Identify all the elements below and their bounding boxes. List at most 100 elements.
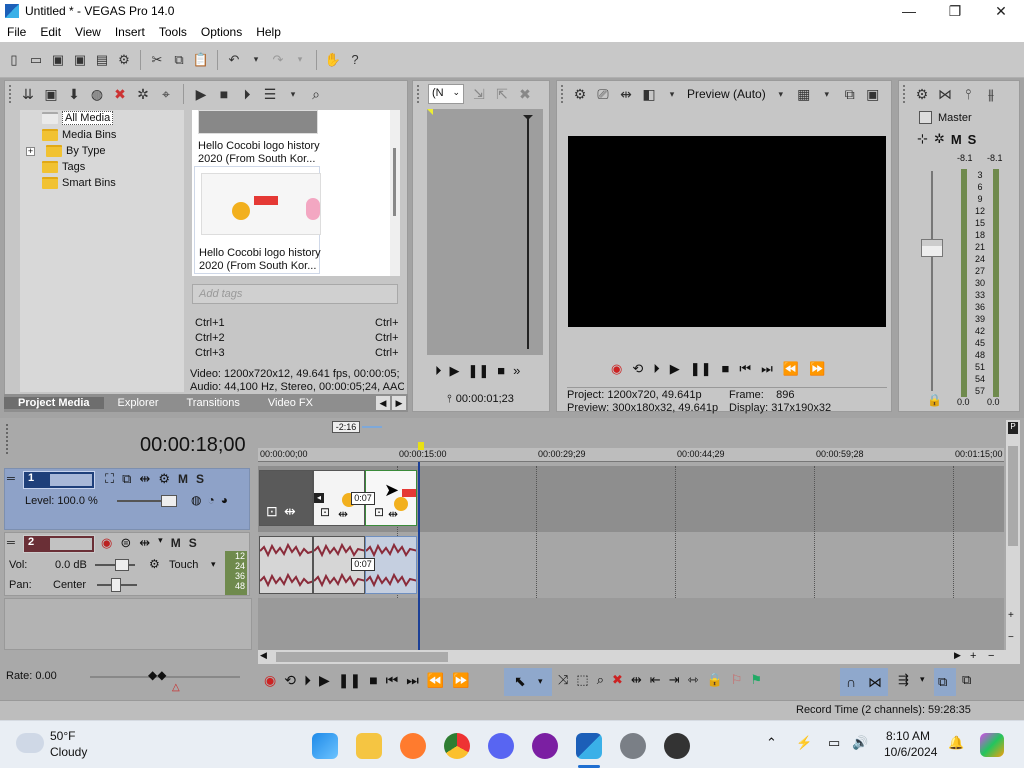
weather-temp[interactable]: 50°F	[50, 729, 75, 743]
track-number-box[interactable]: 2	[23, 535, 95, 553]
preview-video[interactable]	[568, 136, 886, 327]
file-explorer-icon[interactable]	[356, 733, 382, 759]
network-icon[interactable]: ⚡	[796, 735, 812, 751]
stop-icon[interactable]: ■	[216, 86, 232, 102]
dim-output-icon[interactable]: ⫯	[960, 86, 976, 102]
media-generators-icon[interactable]: ⌖	[158, 86, 174, 102]
panel-grip[interactable]	[6, 424, 8, 454]
normal-edit-tool[interactable]: ⬉ ▾	[504, 668, 552, 696]
compositing-icon[interactable]: ◕	[221, 493, 228, 507]
record-icon[interactable]: ◉	[264, 672, 276, 689]
invert-phase-icon[interactable]: ⊜	[120, 535, 131, 551]
media-fx-icon[interactable]: ✲	[135, 86, 151, 102]
views-dropdown-icon[interactable]: ▾	[285, 86, 301, 102]
mute-button[interactable]: M	[951, 132, 962, 147]
tree-item-media-bins[interactable]: Media Bins	[42, 127, 116, 143]
chevron-down-icon[interactable]: ▾	[920, 674, 925, 685]
remove-media-icon[interactable]: ✖	[112, 86, 128, 102]
media-scrollbar[interactable]	[390, 110, 400, 276]
mute-button[interactable]: M	[178, 471, 188, 487]
menu-edit[interactable]: Edit	[33, 25, 68, 39]
stop-icon[interactable]: ■	[497, 363, 505, 379]
capture-video-icon[interactable]: ▣	[43, 86, 59, 102]
paste-icon[interactable]: 📋	[193, 52, 209, 68]
stop-icon[interactable]: ■	[369, 672, 377, 689]
menu-insert[interactable]: Insert	[108, 25, 152, 39]
p-button[interactable]: P	[1008, 422, 1018, 434]
show-hidden-icons-icon[interactable]: ⌃	[766, 735, 777, 751]
media-player-icon[interactable]	[664, 733, 690, 759]
tree-item-all-media[interactable]: All Media	[42, 110, 114, 126]
preview-properties-icon[interactable]: ⚙	[572, 86, 588, 102]
crop-icon[interactable]: ⊡	[266, 503, 278, 520]
marker-icon[interactable]: ⚐	[731, 672, 743, 688]
track-fx-icon[interactable]: ⇹	[139, 535, 150, 551]
previous-frame-icon[interactable]: ⏪	[783, 361, 799, 377]
display-icon[interactable]: ▭	[828, 735, 840, 751]
track-fx-icon[interactable]: ⧉	[122, 471, 131, 487]
fx-icon[interactable]: ✲	[934, 131, 945, 147]
minimize-button[interactable]: —	[886, 0, 932, 22]
go-to-start-icon[interactable]: ⏮	[739, 361, 751, 377]
scroll-thumb[interactable]	[1008, 446, 1018, 546]
ripple-edit-icon[interactable]: ⇶	[898, 672, 909, 688]
rate-slider[interactable]: ◆◆	[148, 668, 166, 682]
save-as-icon[interactable]: ▣	[72, 52, 88, 68]
volume-slider[interactable]	[115, 559, 129, 571]
next-frame-icon[interactable]: ⏩	[809, 361, 825, 377]
notifications-icon[interactable]: 🔔	[948, 735, 964, 751]
windows-start-icon[interactable]	[312, 733, 338, 759]
master-properties-icon[interactable]: ⚙	[914, 86, 930, 102]
zoom-in-icon[interactable]: +	[970, 650, 976, 662]
transition-icon[interactable]: ◂	[314, 493, 324, 503]
properties-icon[interactable]: ⚙	[116, 52, 132, 68]
tab-explorer[interactable]: Explorer	[104, 397, 173, 409]
menu-file[interactable]: File	[0, 25, 33, 39]
split-icon[interactable]: ⇿	[688, 672, 699, 688]
cloud-icon[interactable]	[16, 733, 44, 753]
track-name-field[interactable]	[50, 474, 92, 486]
play-icon[interactable]: ▶	[450, 363, 460, 379]
play-icon[interactable]: ▶	[670, 361, 680, 377]
automation-mode[interactable]: Touch	[169, 559, 198, 571]
pause-icon[interactable]: ❚❚	[690, 361, 712, 377]
media-item-selected[interactable]: Hello Cocobi logo history 2020 (From Sou…	[194, 166, 321, 274]
zoom-tool-icon[interactable]: ⌕	[597, 672, 604, 688]
track-name-field[interactable]	[50, 538, 92, 550]
pan-slider[interactable]	[111, 578, 121, 592]
tabs-scroll-right-icon[interactable]: ▶	[392, 396, 406, 410]
composite-mode-icon[interactable]: ⇹	[139, 471, 150, 487]
weather-desc[interactable]: Cloudy	[50, 745, 87, 759]
zoom-out-icon[interactable]: −	[1008, 632, 1014, 643]
track-collapse-icon[interactable]: ═	[7, 537, 15, 549]
lock-icon[interactable]: 🔒	[707, 672, 723, 688]
timeline-vertical-scrollbar[interactable]: P + −	[1006, 420, 1020, 664]
get-media-icon[interactable]: ⬇	[66, 86, 82, 102]
tree-item-tags[interactable]: Tags	[42, 159, 85, 175]
panel-grip[interactable]	[903, 85, 907, 103]
chrome-icon[interactable]	[444, 733, 470, 759]
master-fader[interactable]	[921, 239, 943, 257]
redo-icon[interactable]: ↷	[270, 52, 286, 68]
pause-icon[interactable]: ❚❚	[338, 672, 361, 689]
enable-snapping-icon[interactable]: ✋	[325, 52, 341, 68]
views-icon[interactable]: ☰	[262, 86, 278, 102]
loop-icon[interactable]: ⟲	[284, 672, 296, 689]
menu-help[interactable]: Help	[249, 25, 288, 39]
scroll-left-icon[interactable]: ◀	[260, 650, 267, 661]
clock-time[interactable]: 8:10 AM	[886, 729, 930, 743]
go-to-end-icon[interactable]: ⏭	[761, 361, 773, 377]
chevron-down-icon[interactable]: ▾	[773, 86, 789, 102]
selection-tool-icon[interactable]: ⬚	[576, 672, 588, 688]
redo-dropdown-icon[interactable]: ▾	[292, 52, 308, 68]
video-track-header[interactable]: ═ 1 ⛶ ⧉ ⇹ ⚙ M S Level: 100.0 % ◍ ◔ ◕	[4, 468, 250, 530]
audio-track-header[interactable]: ═ 2 ◉ ⊜ ⇹ ▾ M S Vol: 0.0 dB ⚙ Touch ▾ Pan: Ce…	[4, 532, 250, 596]
trim-start-icon[interactable]: ⇤	[650, 672, 661, 688]
vegas-pro-icon[interactable]	[576, 733, 602, 759]
ignore-grouping-icon[interactable]: ⧉	[962, 672, 971, 688]
compositing-icon[interactable]: ◍	[191, 493, 201, 507]
compositing-icon[interactable]: ◔	[207, 493, 214, 507]
tabs-scroll-left-icon[interactable]: ◀	[376, 396, 390, 410]
play-from-start-icon[interactable]: ⏵	[653, 361, 660, 377]
tab-project-media[interactable]: Project Media	[4, 397, 104, 409]
